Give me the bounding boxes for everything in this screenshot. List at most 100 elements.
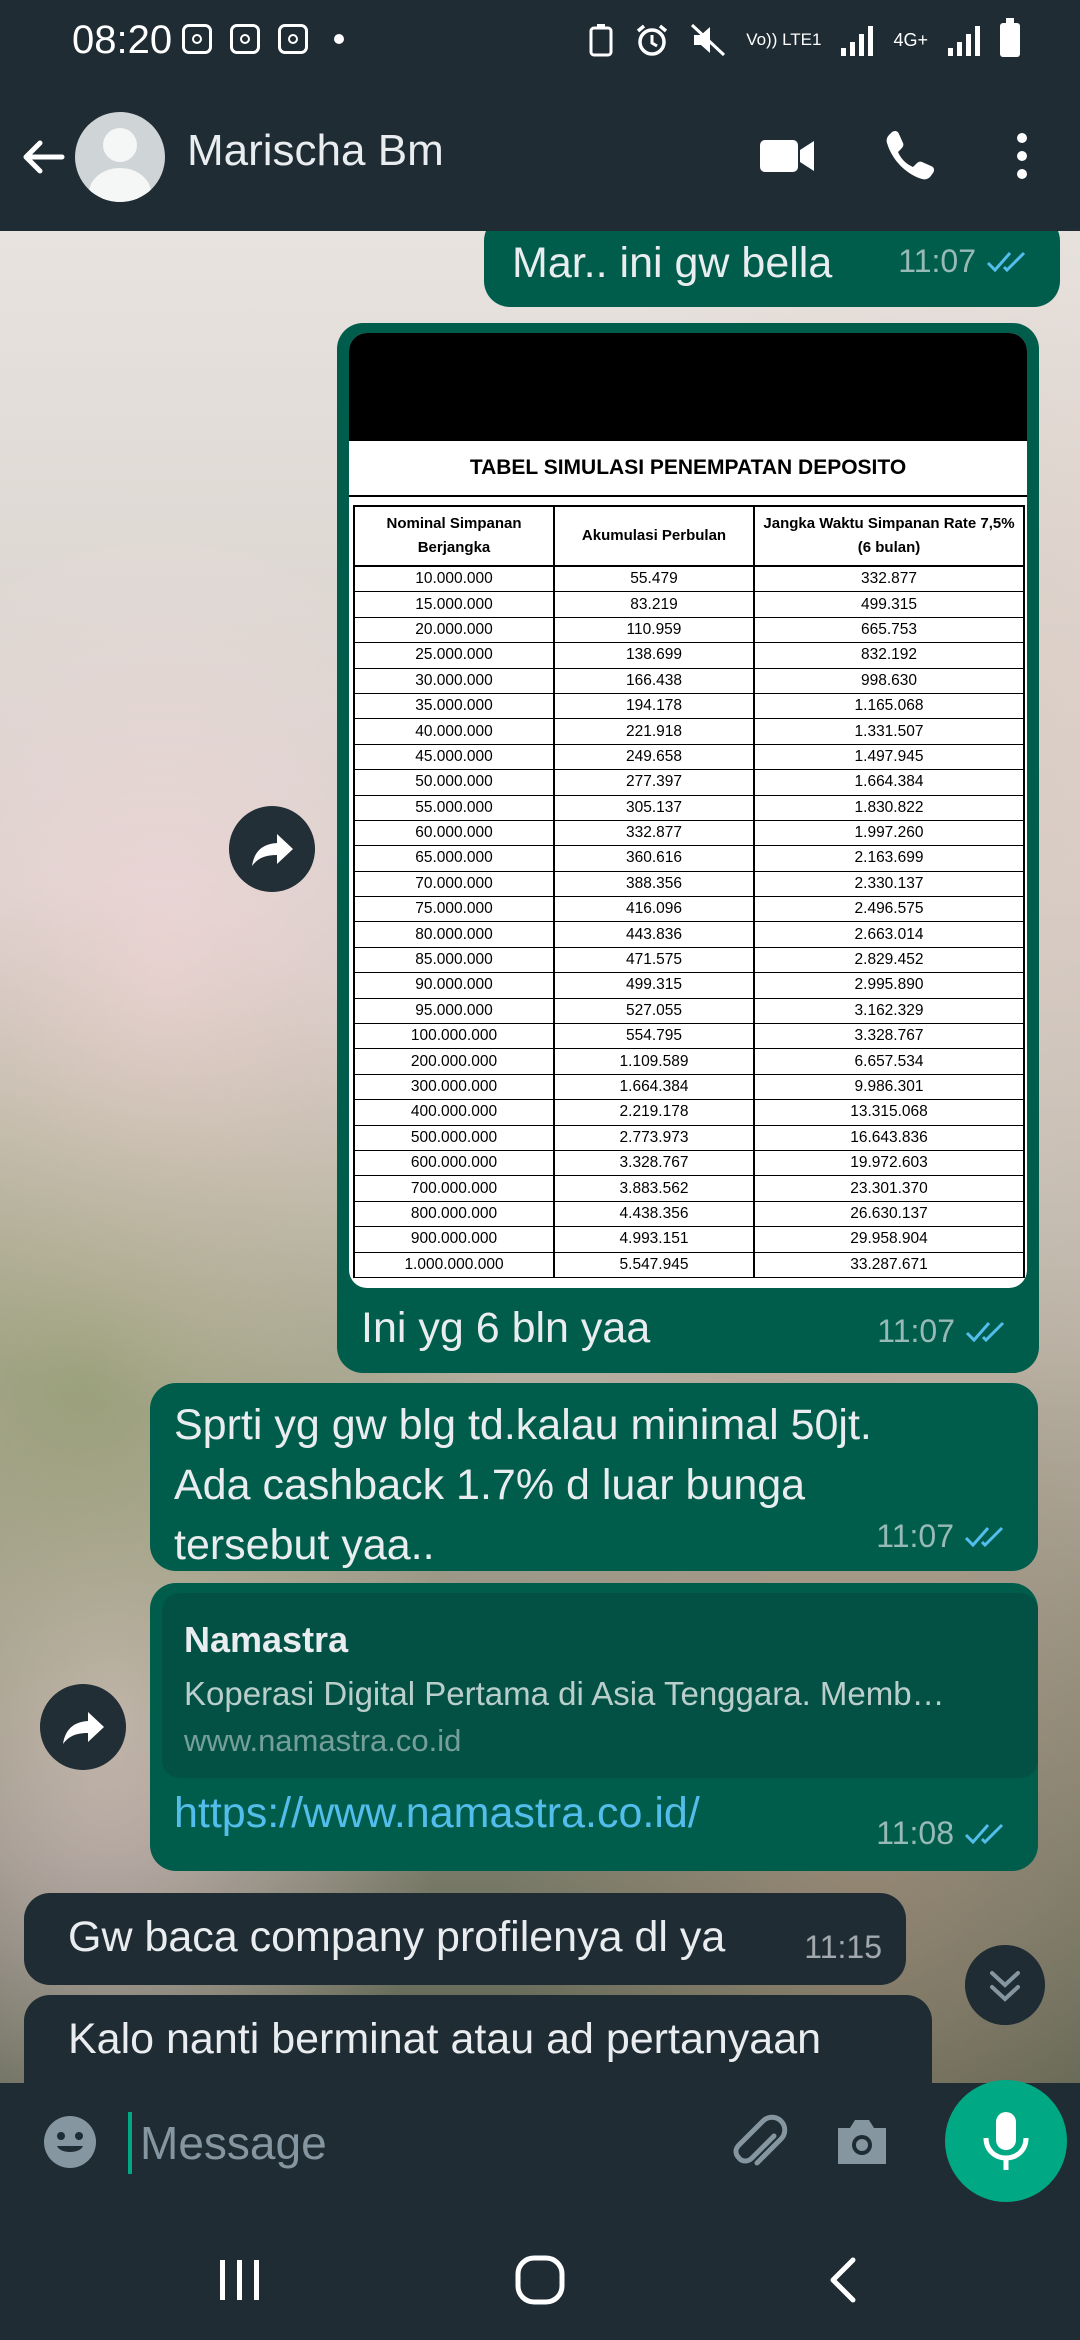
contact-name[interactable]: Marischa Bm — [187, 126, 444, 176]
table-cell: 2.773.973 — [553, 1125, 755, 1151]
avatar[interactable] — [75, 112, 165, 202]
table-cell: 138.699 — [553, 642, 755, 669]
table-cell: 499.315 — [753, 591, 1025, 618]
table-cell: 50.000.000 — [353, 769, 555, 796]
table-cell: 2.995.890 — [753, 972, 1025, 999]
link-message-bubble[interactable]: Namastra Koperasi Digital Pertama di Asi… — [150, 1583, 1038, 1871]
table-row: 300.000.000 1.664.384 9.986.301 — [353, 1074, 1025, 1101]
table-cell: 3.328.767 — [553, 1150, 755, 1177]
table-row: 85.000.000 471.575 2.829.452 — [353, 947, 1025, 974]
table-row: 55.000.000 305.137 1.830.822 — [353, 795, 1025, 821]
table-cell: 360.616 — [553, 845, 755, 872]
table-cell: 1.664.384 — [753, 769, 1025, 796]
table-cell: 25.000.000 — [353, 642, 555, 669]
message-meta: 11:07 — [876, 1518, 1010, 1555]
table-row: 10.000.000 55.479 332.877 — [353, 566, 1025, 593]
more-notifications-icon — [334, 34, 344, 44]
table-cell: 499.315 — [553, 972, 755, 999]
table-cell: 166.438 — [553, 668, 755, 694]
message-bubble-outgoing[interactable]: Sprti yg gw blg td.kalau minimal 50jt. A… — [150, 1383, 1038, 1571]
image-black-band — [349, 333, 1027, 441]
text-cursor — [128, 2112, 132, 2174]
table-cell: 95.000.000 — [353, 998, 555, 1025]
table-cell: 2.330.137 — [753, 871, 1025, 898]
mute-icon — [691, 23, 726, 57]
table-cell: 16.643.836 — [753, 1125, 1025, 1151]
table-cell: 300.000.000 — [353, 1074, 555, 1101]
table-cell: 332.877 — [753, 566, 1025, 593]
deposit-table-image[interactable]: TABEL SIMULASI PENEMPATAN DEPOSITO Nomin… — [349, 333, 1027, 1288]
table-row: 95.000.000 527.055 3.162.329 — [353, 998, 1025, 1025]
table-cell: 55.479 — [553, 566, 755, 593]
table-cell: 3.328.767 — [753, 1023, 1025, 1050]
table-cell: 305.137 — [553, 795, 755, 821]
table-cell: 13.315.068 — [753, 1099, 1025, 1126]
forward-icon[interactable] — [40, 1684, 126, 1770]
table-cell: 600.000.000 — [353, 1150, 555, 1177]
battery-saver-icon — [589, 24, 613, 57]
table-cell: 10.000.000 — [353, 566, 555, 593]
battery-icon — [1000, 18, 1020, 57]
recent-apps-icon[interactable] — [210, 2254, 270, 2306]
message-meta: 11:15 — [804, 1929, 882, 1966]
message-bubble-incoming[interactable]: Gw baca company profilenya dl ya 11:15 — [24, 1893, 906, 1985]
message-bubble-outgoing[interactable]: Mar.. ini gw bella 11:07 — [484, 231, 1060, 307]
phone-icon[interactable] — [880, 126, 940, 186]
table-cell: 400.000.000 — [353, 1099, 555, 1126]
table-cell: 998.630 — [753, 668, 1025, 694]
read-ticks-icon — [964, 1823, 1004, 1844]
table-row: 25.000.000 138.699 832.192 — [353, 642, 1025, 669]
link-preview-domain: www.namastra.co.id — [184, 1723, 462, 1758]
camera-icon[interactable] — [832, 2114, 892, 2170]
mic-button[interactable] — [945, 2080, 1067, 2202]
back-arrow-icon[interactable] — [18, 132, 68, 182]
table-cell: 388.356 — [553, 871, 755, 898]
table-header: Akumulasi Perbulan — [553, 505, 755, 567]
table-cell: 45.000.000 — [353, 744, 555, 771]
signal-icon-1 — [841, 24, 874, 56]
table-row: 90.000.000 499.315 2.995.890 — [353, 972, 1025, 999]
table-cell: 800.000.000 — [353, 1201, 555, 1228]
read-ticks-icon — [965, 1321, 1005, 1342]
table-cell: 1.830.822 — [753, 795, 1025, 821]
image-message-bubble[interactable]: TABEL SIMULASI PENEMPATAN DEPOSITO Nomin… — [337, 323, 1039, 1373]
table-cell: 65.000.000 — [353, 845, 555, 872]
back-nav-icon[interactable] — [815, 2254, 875, 2306]
emoji-icon[interactable] — [42, 2114, 98, 2170]
message-bubble-incoming[interactable]: Kalo nanti berminat atau ad pertanyaan — [24, 1995, 932, 2083]
status-time: 08:20 — [72, 18, 173, 62]
table-cell: 15.000.000 — [353, 591, 555, 618]
message-time: 11:07 — [876, 1518, 954, 1554]
chevron-double-down-icon[interactable] — [965, 1945, 1045, 2025]
table-cell: 83.219 — [553, 591, 755, 618]
link-url[interactable]: https://www.namastra.co.id/ — [174, 1789, 700, 1838]
table-cell: 1.165.068 — [753, 693, 1025, 720]
table-cell: 900.000.000 — [353, 1226, 555, 1253]
link-preview-description: Koperasi Digital Pertama di Asia Tenggar… — [184, 1675, 945, 1712]
attach-icon[interactable] — [724, 2110, 788, 2174]
table-cell: 5.547.945 — [553, 1252, 755, 1278]
message-line: Ada cashback 1.7% d luar bunga — [174, 1461, 806, 1509]
table-cell: 249.658 — [553, 744, 755, 771]
message-input[interactable] — [138, 2106, 702, 2180]
table-row: 60.000.000 332.877 1.997.260 — [353, 820, 1025, 847]
chat-area[interactable]: Mar.. ini gw bella 11:07 TABEL SIMULASI … — [0, 231, 1080, 2083]
video-call-icon[interactable] — [758, 126, 818, 186]
link-preview-card[interactable]: Namastra Koperasi Digital Pertama di Asi… — [162, 1593, 1038, 1778]
table-cell: 3.883.562 — [553, 1175, 755, 1202]
table-cell: 55.000.000 — [353, 795, 555, 821]
message-time: 11:08 — [876, 1815, 954, 1851]
table-cell: 1.000.000.000 — [353, 1252, 555, 1278]
table-cell: 85.000.000 — [353, 947, 555, 974]
network-type: 4G+ — [893, 29, 928, 50]
more-vert-icon[interactable] — [1000, 126, 1060, 186]
mic-icon — [983, 2112, 1029, 2170]
table-row: 600.000.000 3.328.767 19.972.603 — [353, 1150, 1025, 1177]
alarm-icon — [637, 24, 668, 56]
forward-icon[interactable] — [229, 806, 315, 892]
table-cell: 832.192 — [753, 642, 1025, 669]
signal-icon-2 — [948, 24, 980, 56]
table-cell: 332.877 — [553, 820, 755, 847]
table-row: 20.000.000 110.959 665.753 — [353, 617, 1025, 644]
home-icon[interactable] — [510, 2254, 570, 2306]
